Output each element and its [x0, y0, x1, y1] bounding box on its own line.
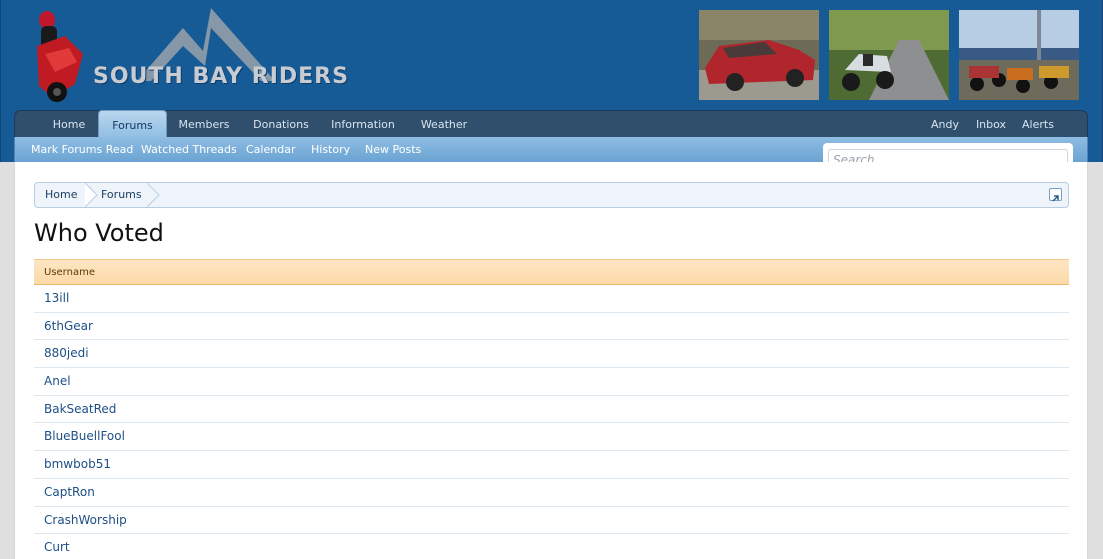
calendar-link[interactable]: Calendar	[246, 137, 295, 162]
list-item: Anel	[34, 368, 1069, 396]
red-car-photo	[699, 10, 819, 100]
page-title: Who Voted	[34, 219, 164, 247]
list-item: BakSeatRed	[34, 396, 1069, 424]
main-content: Home Forums Who Voted Username 13ill 6th…	[14, 162, 1088, 559]
voter-username-link[interactable]: Curt	[44, 540, 70, 554]
tab-forums[interactable]: Forums	[98, 110, 167, 139]
voter-username-link[interactable]: BakSeatRed	[44, 402, 116, 416]
voter-username-link[interactable]: 13ill	[44, 291, 69, 305]
breadcrumb-home[interactable]: Home	[45, 183, 77, 207]
motorcycle-on-road-photo	[829, 10, 949, 100]
breadcrumb-forums[interactable]: Forums	[101, 183, 142, 207]
voter-list: 13ill 6thGear 880jedi Anel BakSeatRed Bl…	[34, 285, 1069, 559]
list-item: CrashWorship	[34, 507, 1069, 535]
list-item: Curt	[34, 534, 1069, 559]
motorcycle-group-photo	[959, 10, 1079, 100]
site-logo[interactable]: SOUTH BAY RIDERS	[25, 6, 348, 106]
voter-username-link[interactable]: bmwbob51	[44, 457, 111, 471]
tab-information[interactable]: Information	[327, 111, 399, 138]
breadcrumb-separator-icon	[147, 183, 160, 207]
voter-username-link[interactable]: 880jedi	[44, 346, 89, 360]
tab-weather[interactable]: Weather	[415, 111, 473, 138]
main-navigation: Home Forums Members Donations Informatio…	[14, 110, 1088, 139]
list-item: bmwbob51	[34, 451, 1069, 479]
list-item: CaptRon	[34, 479, 1069, 507]
voter-username-link[interactable]: Anel	[44, 374, 71, 388]
list-item: 880jedi	[34, 340, 1069, 369]
voter-username-link[interactable]: 6thGear	[44, 319, 93, 333]
tab-members[interactable]: Members	[173, 111, 235, 138]
list-item: 13ill	[34, 285, 1069, 313]
column-header-username: Username	[44, 267, 95, 278]
voter-username-link[interactable]: CrashWorship	[44, 513, 127, 527]
table-header: Username	[34, 259, 1069, 285]
new-posts-link[interactable]: New Posts	[365, 137, 421, 162]
voter-username-link[interactable]: BlueBuellFool	[44, 429, 125, 443]
breadcrumb-separator-icon	[85, 183, 98, 207]
history-link[interactable]: History	[311, 137, 350, 162]
site-name: SOUTH BAY RIDERS	[93, 64, 349, 89]
tab-home[interactable]: Home	[43, 111, 95, 138]
breadcrumb: Home Forums	[34, 182, 1069, 208]
voter-username-link[interactable]: CaptRon	[44, 485, 95, 499]
tab-donations[interactable]: Donations	[247, 111, 315, 138]
user-menu-andy[interactable]: Andy	[925, 111, 965, 138]
list-item: 6thGear	[34, 313, 1069, 341]
watched-threads-link[interactable]: Watched Threads	[141, 137, 237, 162]
motorcycle-rider-icon	[37, 8, 275, 102]
jump-to-page-icon[interactable]	[1049, 188, 1062, 202]
list-item: BlueBuellFool	[34, 423, 1069, 452]
alerts-link[interactable]: Alerts	[1017, 111, 1059, 138]
mark-forums-read-link[interactable]: Mark Forums Read	[31, 137, 133, 162]
inbox-link[interactable]: Inbox	[971, 111, 1011, 138]
